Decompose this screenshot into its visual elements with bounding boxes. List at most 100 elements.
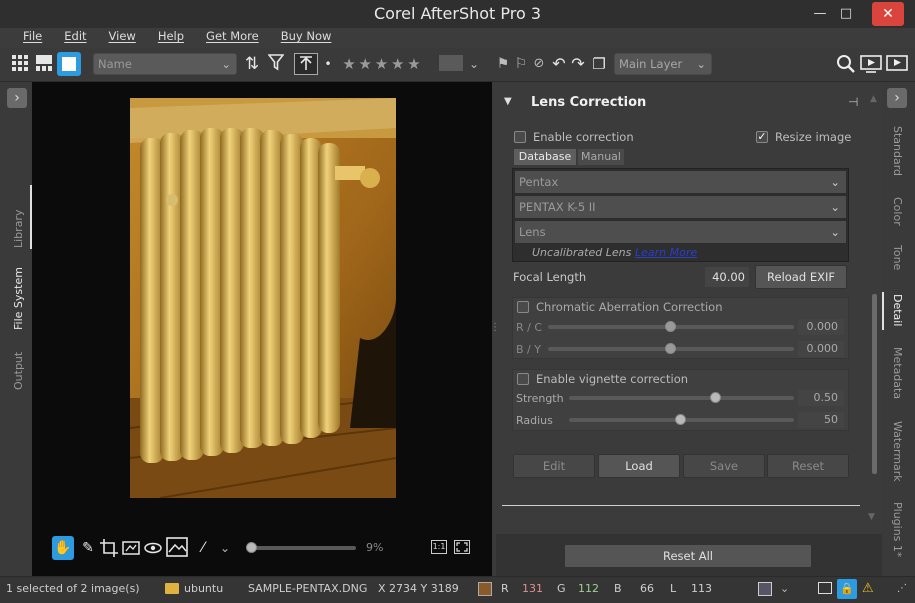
close-button[interactable]: ✕ [872, 2, 904, 26]
tab-color[interactable]: Color [891, 197, 904, 226]
reject-dot-icon[interactable]: • [322, 53, 334, 75]
sort-select[interactable]: Name ⌄ [93, 53, 237, 75]
chevron-down-icon[interactable]: ⌄ [780, 577, 789, 601]
collapse-triangle-icon[interactable]: ▼ [504, 96, 512, 107]
warning-icon[interactable]: ⚠ [862, 577, 874, 601]
enable-correction-checkbox[interactable] [514, 131, 526, 143]
resize-image-label: Resize image [775, 130, 852, 144]
expand-left-panel-button[interactable]: › [7, 88, 27, 108]
tab-metadata[interactable]: Metadata [891, 347, 904, 399]
menu-view[interactable]: View [98, 28, 147, 48]
rotate-right-icon[interactable]: ↷ [569, 53, 587, 75]
layer-select[interactable]: Main Layer ⌄ [614, 53, 712, 75]
rotate-left-icon[interactable]: ↶ [550, 53, 568, 75]
camera-make-select[interactable]: Pentax ⌄ [514, 170, 847, 194]
copy-icon[interactable]: ❐ [590, 53, 608, 75]
fullscreen-icon[interactable] [886, 55, 908, 73]
reset-all-button[interactable]: Reset All [564, 544, 812, 568]
filter-icon[interactable] [266, 53, 286, 77]
rc-value[interactable]: 0.000 [798, 319, 844, 335]
tab-watermark[interactable]: Watermark [891, 421, 904, 482]
by-slider-knob[interactable] [665, 343, 676, 354]
toolbar: Name ⌄ ⇅ • ★ ★ ★ ★ ★ ⌄ ⚑ ⚐ ⊘ ↶ ↷ ❐ Main L… [0, 48, 915, 82]
rating-stars[interactable]: ★ ★ ★ ★ ★ [337, 53, 425, 75]
menu-help[interactable]: Help [147, 28, 195, 48]
scroll-up-icon[interactable]: ▲ [870, 94, 877, 104]
resize-grip-icon[interactable]: ⋰ [897, 577, 907, 601]
clear-flag-icon[interactable]: ⊘ [530, 53, 548, 75]
radius-value[interactable]: 50 [798, 412, 844, 428]
collapse-right-panel-button[interactable]: › [887, 88, 907, 108]
red-eye-icon[interactable] [144, 539, 162, 557]
chevron-down-icon[interactable]: ⌄ [466, 53, 482, 75]
selection-count: 1 selected of 2 image(s) [6, 582, 140, 595]
menu-buy-now[interactable]: Buy Now [270, 28, 343, 48]
save-button[interactable]: Save [683, 454, 765, 478]
eyedropper-icon[interactable]: ✎ [78, 537, 98, 559]
chromatic-aberration-checkbox[interactable] [517, 301, 529, 313]
focal-length-input[interactable]: 40.00 [705, 267, 749, 287]
learn-more-link[interactable]: Learn More [635, 246, 697, 259]
splitter-handle[interactable]: ⋮ [490, 323, 500, 341]
color-profile-icon[interactable] [758, 582, 772, 596]
tab-output[interactable]: Output [12, 352, 25, 390]
rc-slider-knob[interactable] [665, 321, 676, 332]
zoom-1-to-1-button[interactable]: 1:1 [431, 540, 447, 554]
lens-correction-panel: ▼ Lens Correction ⊣ ▲ Enable correction … [496, 82, 882, 576]
strength-label: Strength [516, 392, 564, 405]
panel-scrollbar[interactable] [872, 294, 877, 474]
slideshow-icon[interactable] [860, 55, 882, 73]
reload-exif-button[interactable]: Reload EXIF [755, 265, 847, 289]
vignette-checkbox[interactable] [517, 373, 529, 385]
tab-manual[interactable]: Manual [578, 149, 624, 165]
flag-icon[interactable]: ⚑ [494, 53, 512, 75]
chevron-down-icon: ⌄ [696, 57, 706, 71]
camera-model-select[interactable]: PENTAX K-5 II ⌄ [514, 195, 847, 219]
by-value[interactable]: 0.000 [798, 341, 844, 357]
zoom-slider-knob[interactable] [246, 542, 257, 553]
brush-icon[interactable]: ⁄ [194, 537, 212, 559]
tab-plugins[interactable]: Plugins 1* [891, 502, 904, 557]
grid-view-icon[interactable] [10, 54, 30, 78]
single-view-icon[interactable] [57, 52, 81, 76]
tab-standard[interactable]: Standard [891, 126, 904, 176]
radius-slider-knob[interactable] [675, 414, 686, 425]
split-view-icon[interactable] [34, 54, 54, 78]
tab-library[interactable]: Library [12, 210, 25, 248]
crop-icon[interactable] [100, 539, 118, 557]
menu-get-more[interactable]: Get More [195, 28, 270, 48]
pin-icon[interactable]: ⊣ [848, 95, 858, 109]
upload-icon[interactable] [294, 53, 318, 75]
strength-slider-knob[interactable] [710, 392, 721, 403]
l-label: L [670, 582, 677, 595]
chevron-down-icon: ⌄ [221, 57, 231, 71]
strength-value[interactable]: 0.50 [798, 390, 844, 406]
menu-file[interactable]: File [12, 28, 53, 48]
reset-button[interactable]: Reset [767, 454, 849, 478]
resize-image-checkbox[interactable]: ✓ [756, 131, 768, 143]
tab-database[interactable]: Database [514, 149, 576, 165]
load-button[interactable]: Load [598, 454, 680, 478]
unflag-icon[interactable]: ⚐ [512, 53, 530, 75]
edit-button[interactable]: Edit [513, 454, 595, 478]
hand-tool-icon[interactable]: ✋ [52, 536, 74, 560]
straighten-icon[interactable] [122, 539, 140, 557]
scroll-down-icon[interactable]: ▼ [868, 512, 875, 522]
tab-tone[interactable]: Tone [891, 245, 904, 270]
strength-slider[interactable] [569, 396, 794, 400]
thumbnail-icon[interactable] [818, 582, 832, 594]
search-icon[interactable] [836, 54, 856, 74]
tab-detail[interactable]: Detail [891, 294, 904, 326]
color-label-swatch[interactable] [439, 55, 463, 71]
menu-edit[interactable]: Edit [53, 28, 97, 48]
lens-select[interactable]: Lens ⌄ [514, 220, 847, 244]
chevron-down-icon[interactable]: ⌄ [218, 537, 232, 559]
zoom-fit-icon[interactable] [454, 540, 470, 554]
sort-order-icon[interactable]: ⇅ [241, 53, 263, 75]
lock-icon[interactable]: 🔒 [837, 579, 857, 599]
zoom-slider[interactable] [246, 546, 356, 550]
maximize-button[interactable]: □ [831, 4, 861, 24]
tab-file-system[interactable]: File System [12, 267, 25, 330]
image-viewer[interactable]: ✋ ✎ ⁄ ⌄ 9% 1:1 [32, 82, 492, 576]
regions-icon[interactable] [166, 537, 188, 557]
